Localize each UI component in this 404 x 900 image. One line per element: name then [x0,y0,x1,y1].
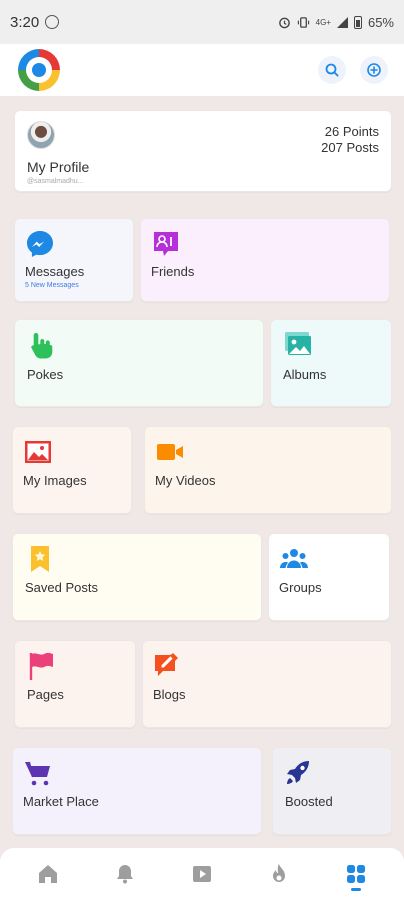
avatar [27,121,55,149]
nav-notifications[interactable] [105,854,145,894]
posts-count: 207 Posts [321,140,379,155]
vibrate-icon [297,16,309,28]
tile-friends[interactable]: Friends [140,218,390,302]
tile-pokes[interactable]: Pokes [14,319,264,407]
active-indicator [350,888,361,891]
profile-stats: 26 Points 207 Posts [321,124,379,156]
nav-videos[interactable] [182,854,222,894]
bookmark-star-icon [31,546,49,572]
bell-icon [117,865,134,884]
friends-icon [154,232,178,256]
tile-my-images-label: My Images [23,473,87,488]
tile-friends-label: Friends [151,264,195,279]
header-actions [318,56,388,84]
tile-groups-label: Groups [279,580,322,595]
rocket-icon [287,761,309,784]
tile-my-videos[interactable]: My Videos [144,426,392,514]
add-circle-icon [367,63,381,77]
tile-market-place-label: Market Place [23,794,99,809]
points-count: 26 Points [324,124,379,139]
messenger-icon [27,231,53,257]
play-icon [192,866,211,882]
profile-card[interactable]: My Profile @sasmalmadhu... 26 Points 207… [14,110,392,192]
grid-icon [346,865,365,883]
image-icon [25,441,51,463]
tile-messages-sub: 5 New Messages [25,282,79,289]
app-header [0,44,404,96]
bottom-nav [0,848,404,900]
tile-market-place[interactable]: Market Place [12,747,262,835]
nav-home[interactable] [28,854,68,894]
alarm-icon [278,17,290,28]
profile-username: @sasmalmadhu... [27,178,84,185]
blog-edit-icon [155,653,178,676]
tile-pages[interactable]: Pages [14,640,136,728]
tile-blogs-label: Blogs [153,687,186,702]
tile-boosted-label: Boosted [285,794,333,809]
logo-inner [32,63,46,77]
app-logo [18,49,60,91]
video-camera-icon [157,444,183,460]
poke-hand-icon [31,333,53,359]
profile-label: My Profile [27,159,90,175]
tile-my-images[interactable]: My Images [12,426,132,514]
tile-saved-posts[interactable]: Saved Posts [12,533,262,621]
cart-icon [25,761,50,786]
flag-icon [29,652,53,680]
tile-boosted[interactable]: Boosted [272,747,392,835]
tile-blogs[interactable]: Blogs [142,640,392,728]
tile-pages-label: Pages [27,687,64,702]
nav-menu-grid[interactable] [336,854,376,894]
tile-messages-label: Messages [25,264,85,279]
signal-icon [336,16,348,28]
add-button[interactable] [360,56,388,84]
status-time: 3:20 [10,13,40,31]
tile-messages[interactable]: Messages 5 New Messages [14,218,134,302]
status-bar: 3:20 4G+ 65% [0,0,404,44]
search-button[interactable] [318,56,346,84]
whatsapp-icon [45,15,60,29]
albums-icon [285,332,311,355]
tile-my-videos-label: My Videos [155,473,216,488]
fire-icon [272,864,285,882]
battery-icon [353,15,362,29]
home-icon [39,865,58,883]
tile-groups[interactable]: Groups [268,533,390,621]
nav-trending[interactable] [259,854,299,894]
tile-pokes-label: Pokes [27,367,64,382]
tile-saved-posts-label: Saved Posts [25,580,98,595]
groups-icon [280,549,308,568]
battery-percent: 65% [367,14,394,30]
network-label: 4G+ [315,17,331,27]
tile-albums-label: Albums [283,367,327,382]
search-icon [325,63,339,77]
main-content: My Profile @sasmalmadhu... 26 Points 207… [0,96,404,848]
status-icons: 4G+ 65% [278,15,394,30]
tile-albums[interactable]: Albums [270,319,392,407]
